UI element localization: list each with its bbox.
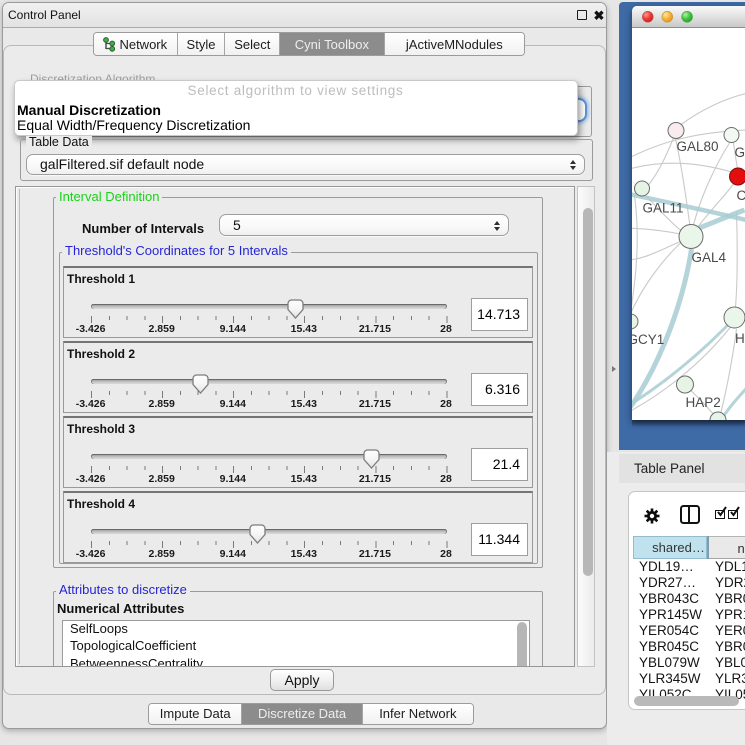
svg-text:GA: GA bbox=[734, 145, 745, 160]
svg-text:GAL80: GAL80 bbox=[676, 139, 718, 154]
svg-text:GAL4: GAL4 bbox=[691, 250, 726, 265]
svg-text:HAP2: HAP2 bbox=[685, 395, 720, 410]
svg-text:C: C bbox=[736, 188, 745, 203]
svg-text:GAL11: GAL11 bbox=[642, 201, 683, 216]
svg-text:H: H bbox=[735, 331, 745, 346]
svg-text:GCY1: GCY1 bbox=[632, 332, 664, 347]
